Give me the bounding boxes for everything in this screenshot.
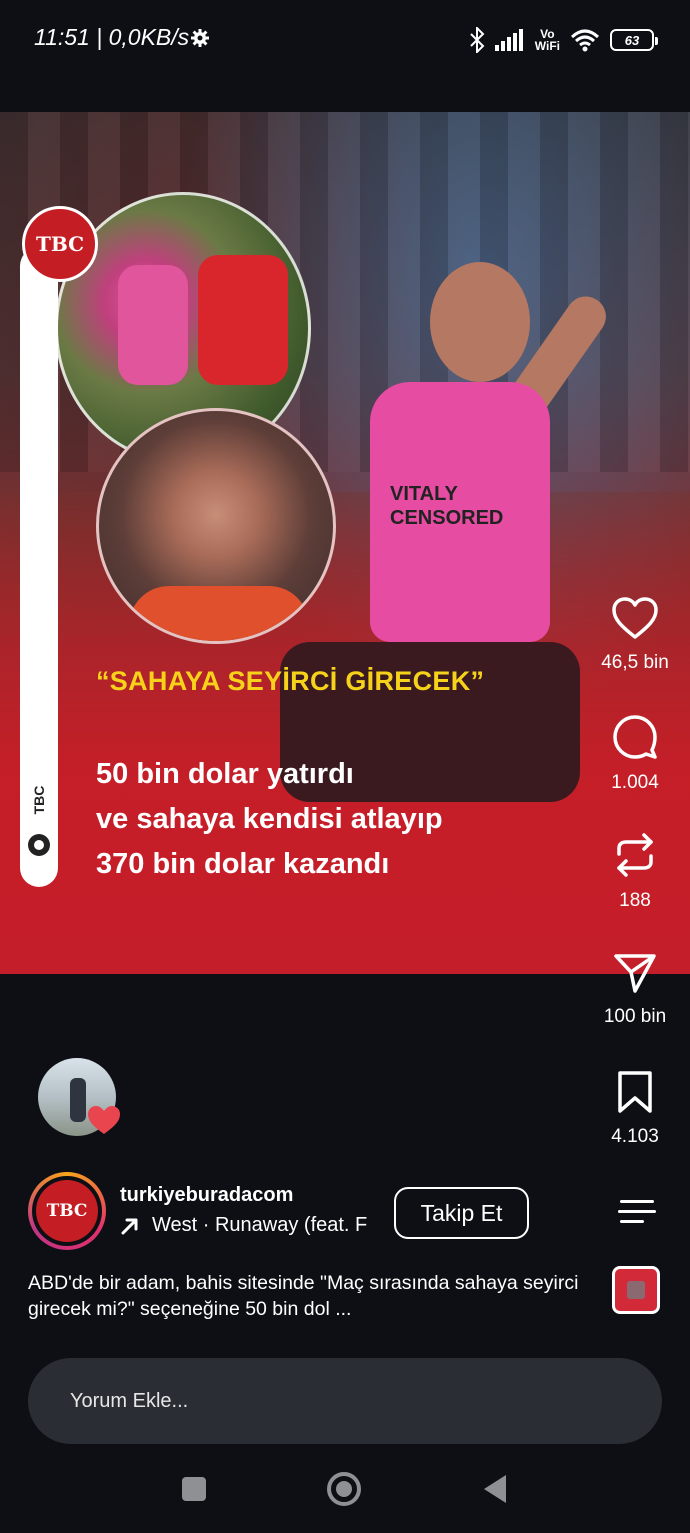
post-body-text: 50 bin dolar yatırdı ve sahaya kendisi a… [96, 752, 443, 887]
bookmark-icon[interactable] [616, 1070, 654, 1114]
arrow-up-right-icon [121, 1218, 138, 1234]
username[interactable]: turkiyeburadacom [120, 1184, 293, 1207]
battery-indicator: 63 [610, 29, 658, 51]
profile-avatar-logo: TBC [36, 1180, 98, 1242]
home-button[interactable] [327, 1472, 361, 1506]
eye-icon [28, 834, 50, 856]
side-label: TBC [31, 785, 47, 815]
inset-figure-red [198, 255, 288, 385]
profile-avatar[interactable]: TBC [28, 1172, 106, 1250]
like-action[interactable]: 46,5 bin [580, 596, 690, 674]
comment-input[interactable]: Yorum Ekle... [28, 1358, 662, 1444]
bluetooth-icon [470, 27, 485, 53]
menu-icon[interactable] [618, 1200, 656, 1224]
inset-figure-pink [118, 265, 188, 385]
body-line: 50 bin dolar yatırdı [96, 758, 354, 790]
vowifi-bottom: WiFi [534, 39, 560, 53]
heart-badge-icon [88, 1106, 120, 1134]
back-button[interactable] [484, 1475, 506, 1503]
share-count: 100 bin [603, 1006, 667, 1027]
save-action[interactable]: 4.103 [580, 1070, 690, 1148]
shirt-text: VITALY CENSORED [390, 482, 503, 530]
post-headline: “SAHAYA SEYİRCİ GİRECEK” [96, 666, 485, 696]
like-count: 46,5 bin [601, 652, 669, 673]
vowifi-label: Vo WiFi [535, 28, 560, 52]
heart-icon[interactable] [611, 596, 659, 640]
audio-track[interactable]: West · Runaway (feat. F [120, 1214, 378, 1237]
gear-icon [191, 29, 209, 47]
shirt-text-line-1: VITALY [390, 483, 458, 505]
pink-tank-top: VITALY CENSORED [370, 382, 550, 642]
signal-icon [494, 29, 523, 51]
profile-avatar-inner: TBC [32, 1176, 102, 1246]
comment-action[interactable]: 1.004 [580, 714, 690, 794]
status-icons: Vo WiFi 63 [469, 24, 658, 56]
inset-photo-portrait [96, 408, 336, 644]
music-thumbnail[interactable] [612, 1266, 660, 1314]
repost-icon[interactable] [613, 832, 657, 878]
body-line: 370 bin dolar kazandı [96, 848, 390, 880]
follow-button[interactable]: Takip Et [394, 1187, 529, 1239]
status-time: 11:51 | 0,0KB/s [34, 24, 190, 50]
save-count: 4.103 [611, 1126, 659, 1147]
avatar-figure [70, 1078, 86, 1122]
comment-bubble-icon[interactable] [612, 714, 658, 760]
celebrating-man: VITALY CENSORED [280, 262, 614, 802]
man-head [430, 262, 530, 382]
status-bar: 11:51 | 0,0KB/s Vo WiFi 63 [0, 0, 690, 80]
recents-button[interactable] [182, 1477, 206, 1501]
paper-plane-icon[interactable] [613, 952, 657, 994]
portrait-shirt [129, 586, 309, 641]
shirt-text-line-2: CENSORED [390, 507, 504, 529]
post-caption[interactable]: ABD'de bir adam, bahis sitesinde "Maç sı… [28, 1270, 598, 1322]
body-line: ve sahaya kendisi atlayıp [96, 803, 443, 835]
system-nav-bar [0, 1455, 690, 1533]
comment-count: 1.004 [611, 772, 659, 793]
tbc-logo-badge: TBC [22, 206, 98, 282]
repost-count: 188 [619, 890, 651, 911]
audio-track-label: West · Runaway (feat. F [152, 1214, 368, 1236]
comment-placeholder: Yorum Ekle... [70, 1389, 189, 1412]
repost-action[interactable]: 188 [580, 832, 690, 912]
wifi-icon [570, 29, 600, 52]
share-action[interactable]: 100 bin [580, 952, 690, 1028]
